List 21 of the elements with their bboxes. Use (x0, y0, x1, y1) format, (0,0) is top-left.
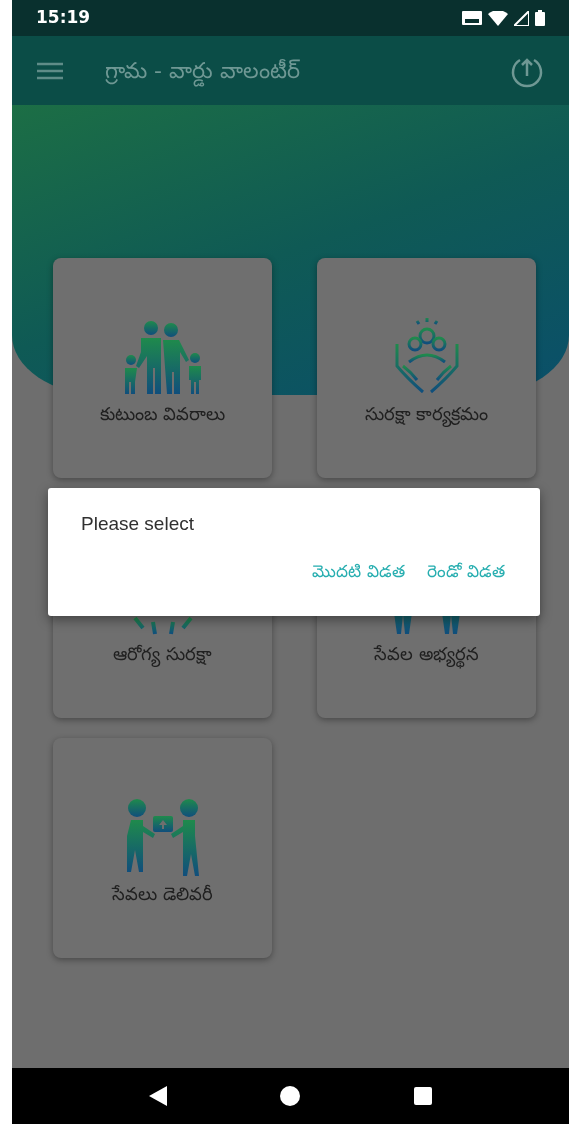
tile-label: కుటుంబ వివరాలు (99, 402, 226, 426)
back-icon[interactable] (148, 1086, 167, 1106)
menu-tile[interactable]: కుటుంబ వివరాలు (53, 258, 272, 478)
tile-label: సేవలు డెలివరీ (112, 882, 213, 906)
menu-icon[interactable] (37, 61, 63, 80)
clock: 15:19 (36, 6, 91, 30)
volte-icon (462, 11, 482, 25)
home-icon[interactable] (280, 1086, 301, 1106)
wifi-icon (488, 10, 508, 26)
menu-tile[interactable]: సురక్షా కార్యక్రమం (317, 258, 536, 478)
tile-label: ఆరోగ్య సురక్షా (113, 640, 212, 667)
menu-tile[interactable]: సేవలు డెలివరీ (53, 738, 272, 958)
dialog-option[interactable]: మొదటి విడత (310, 558, 407, 584)
tile-label: సురక్షా కార్యక్రమం (364, 400, 489, 427)
dialog-option[interactable]: రెండో విడత (424, 558, 507, 584)
battery-icon (535, 10, 545, 26)
tile-label: సేవల అభ్యర్థన (374, 640, 479, 667)
signal-icon (514, 10, 529, 26)
dialog-title: Please select (81, 512, 195, 536)
recents-icon[interactable] (414, 1087, 433, 1105)
app-title: గ్రామ - వార్డు వాలంటీర్ (105, 54, 300, 87)
